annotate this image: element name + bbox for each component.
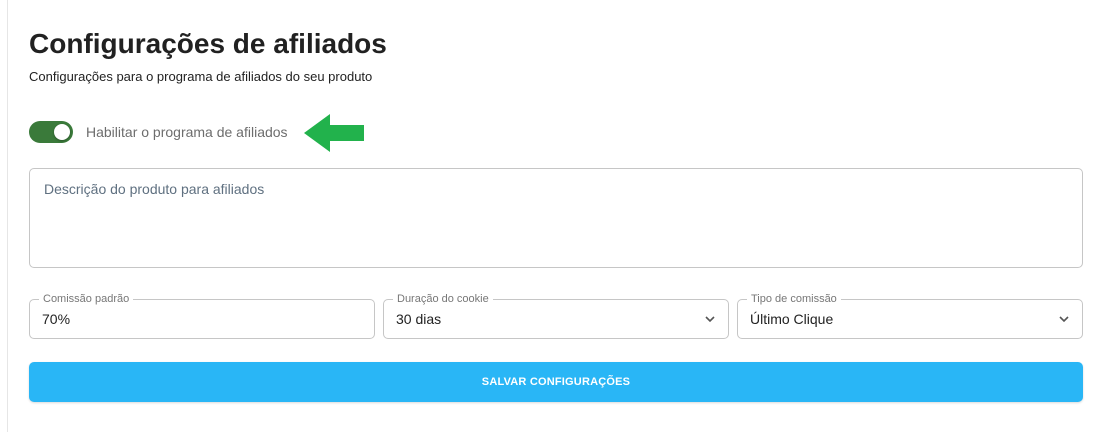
commission-value: 70% <box>42 311 71 327</box>
commission-type-select[interactable]: Tipo de comissão Último Clique <box>737 293 1083 339</box>
affiliate-description-textarea[interactable]: Descrição do produto para afiliados <box>29 168 1083 268</box>
cookie-duration-legend: Duração do cookie <box>393 293 493 305</box>
description-placeholder: Descrição do produto para afiliados <box>44 181 265 197</box>
chevron-down-icon <box>1059 316 1069 323</box>
page-subtitle: Configurações para o programa de afiliad… <box>29 69 373 84</box>
save-settings-button[interactable]: SALVAR CONFIGURAÇÕES <box>29 362 1083 402</box>
cookie-duration-select[interactable]: Duração do cookie 30 dias <box>383 293 729 339</box>
affiliate-toggle-label: Habilitar o programa de afiliados <box>86 124 288 140</box>
affiliate-program-switch[interactable] <box>29 121 73 143</box>
cookie-duration-value: 30 dias <box>396 311 442 327</box>
commission-type-value: Último Clique <box>750 311 834 327</box>
switch-knob <box>54 124 70 140</box>
commission-input[interactable]: Comissão padrão 70% <box>29 293 375 339</box>
commission-type-legend: Tipo de comissão <box>747 293 841 305</box>
left-divider <box>7 0 8 432</box>
arrow-left-icon <box>304 114 364 152</box>
page-title: Configurações de afiliados <box>29 28 387 59</box>
affiliate-toggle-row: Habilitar o programa de afiliados <box>29 114 429 152</box>
chevron-down-icon <box>705 316 715 323</box>
commission-legend: Comissão padrão <box>39 293 134 305</box>
